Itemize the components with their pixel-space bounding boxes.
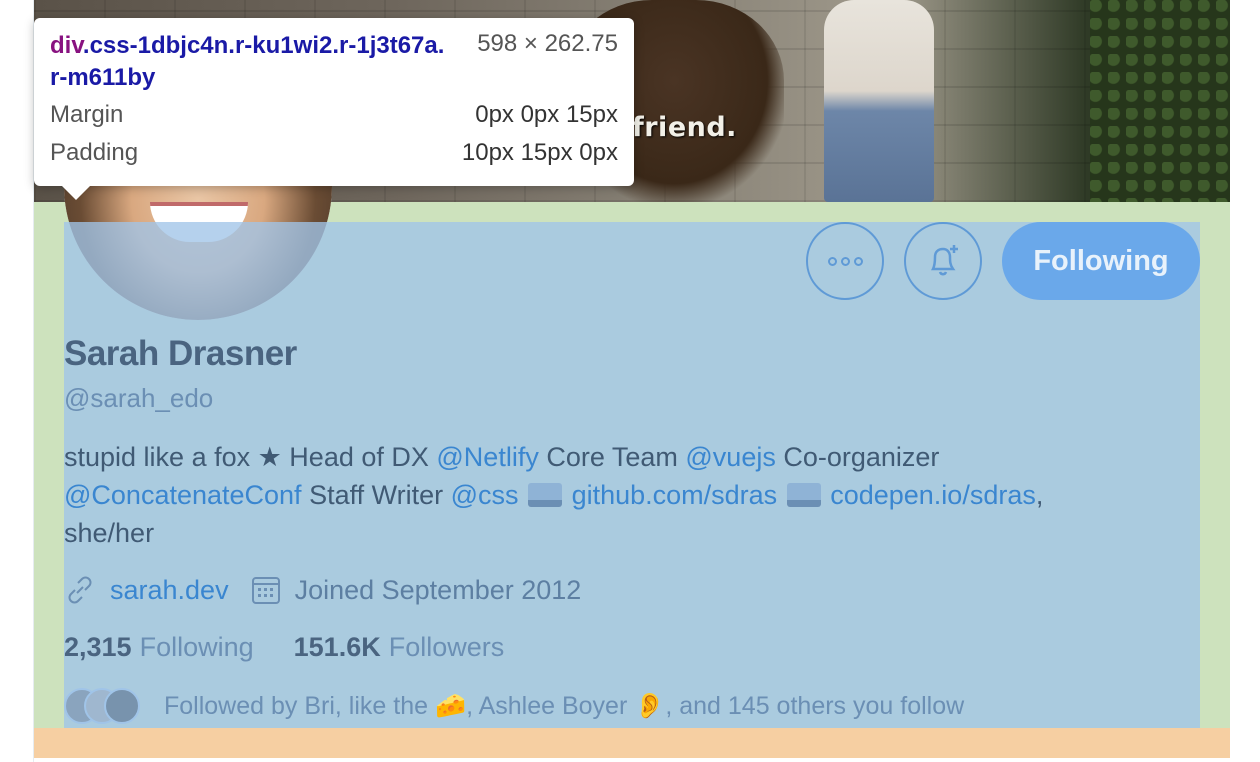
profile-handle: @sarah_edo <box>64 383 214 413</box>
bio-text: Staff Writer <box>301 480 451 510</box>
followers-label: Followers <box>388 632 505 662</box>
profile-stats: 2,315 Following 151.6K Followers <box>64 632 504 663</box>
notification-bell-icon <box>930 245 958 276</box>
devtools-padding-row: Padding 10px 15px 0px <box>50 139 618 166</box>
followers-count: 151.6K <box>293 632 381 662</box>
profile-meta: sarah.dev Joined September 2012 <box>64 570 581 610</box>
profile-joined-date: Joined September 2012 <box>294 574 582 605</box>
bio-text: , <box>1035 480 1044 510</box>
bio-link-concatenateconf[interactable]: @ConcatenateConf <box>64 480 302 510</box>
devtools-size: 598 × 262.75 <box>477 30 618 57</box>
bio-text: stupid like a fox ★ Head of DX <box>64 442 437 472</box>
link-icon <box>68 576 92 604</box>
devtools-selector: div.css-1dbjc4n.r-ku1wi2.r-1j3t67a.r-m61… <box>50 32 445 91</box>
followed-by-text: Followed by Bri, like the 🧀, Ashlee Boye… <box>164 691 965 720</box>
bio-pronouns: she/her <box>64 518 155 548</box>
more-icon <box>827 256 863 266</box>
banner-figure-person <box>824 0 934 202</box>
bio-text: Co-organizer <box>775 442 940 472</box>
followed-by-avatars <box>64 688 144 724</box>
laptop-icon <box>528 483 563 507</box>
profile-website-link[interactable]: sarah.dev <box>110 575 229 606</box>
laptop-icon <box>786 483 821 507</box>
notifications-button[interactable] <box>904 222 982 300</box>
devtools-inspect-tooltip: div.css-1dbjc4n.r-ku1wi2.r-1j3t67a.r-m61… <box>34 18 634 200</box>
more-options-button[interactable] <box>806 222 884 300</box>
devtools-margin-row: Margin 0px 0px 15px <box>50 101 618 128</box>
bio-link-css[interactable]: @css <box>451 480 519 510</box>
calendar-icon <box>251 577 280 604</box>
banner-subtitle: friend. <box>632 112 737 143</box>
bio-link-codepen[interactable]: codepen.io/sdras <box>830 480 1036 510</box>
bio-text: Core Team <box>538 442 686 472</box>
profile-name: Sarah Drasner <box>64 334 297 373</box>
devtools-bottom-highlight <box>34 728 1230 758</box>
following-count: 2,315 <box>64 632 132 662</box>
followed-by[interactable]: Followed by Bri, like the 🧀, Ashlee Boye… <box>64 688 964 724</box>
following-stat[interactable]: 2,315 Following <box>64 632 254 663</box>
profile-bio: stupid like a fox ★ Head of DX @Netlify … <box>64 438 1164 552</box>
bio-link-vuejs[interactable]: @vuejs <box>685 442 775 472</box>
following-button[interactable]: Following <box>1002 222 1200 300</box>
banner-ivy <box>1090 0 1230 202</box>
followers-stat[interactable]: 151.6K Followers <box>294 632 505 663</box>
following-label: Following <box>139 632 254 662</box>
bio-link-github[interactable]: github.com/sdras <box>572 480 778 510</box>
bio-link-netlify[interactable]: @Netlify <box>436 442 538 472</box>
